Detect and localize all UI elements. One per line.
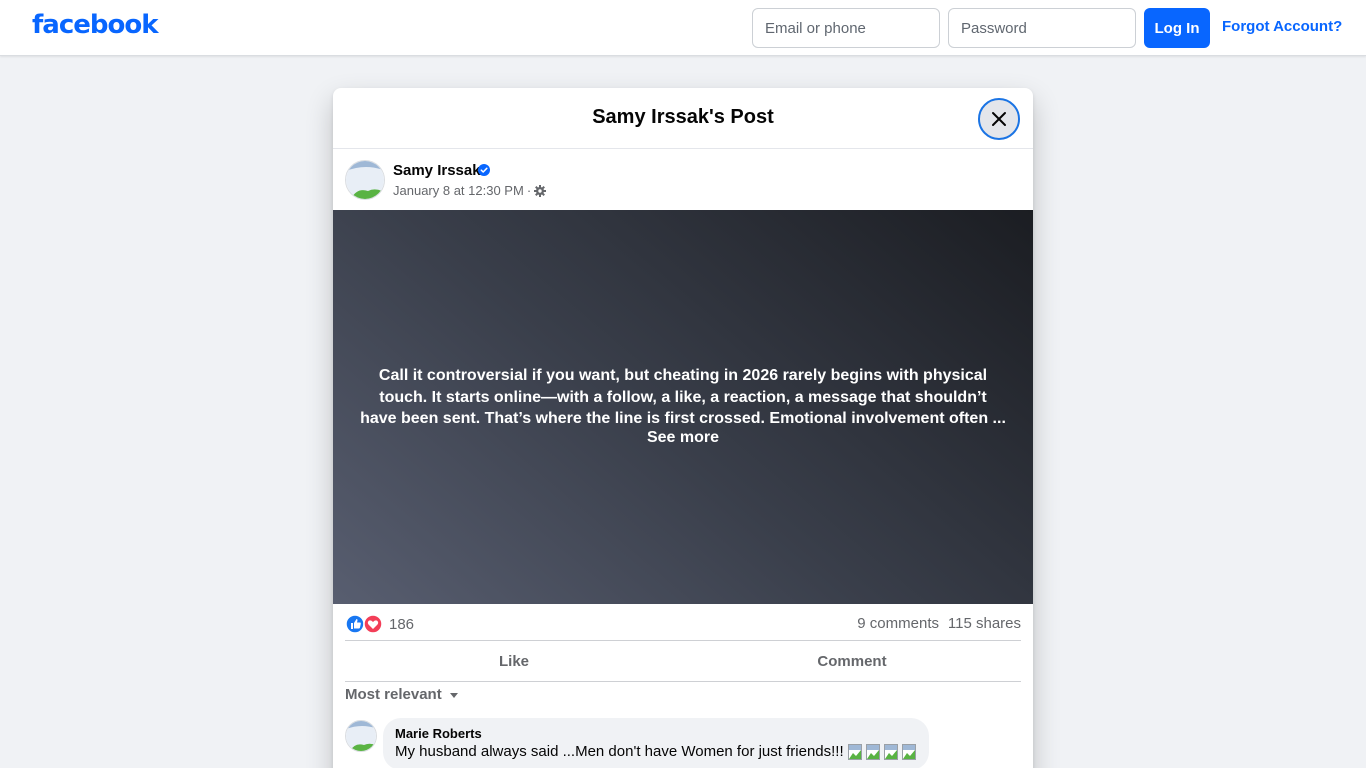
email-input[interactable] [752, 8, 940, 48]
dialog-header: Samy Irssak's Post [333, 88, 1033, 149]
close-button[interactable] [978, 98, 1020, 140]
chevron-down-icon [449, 692, 458, 698]
broken-image-icon [883, 743, 898, 760]
post-timestamp[interactable]: January 8 at 12:30 PM [393, 183, 524, 198]
broken-image-icon [865, 743, 880, 760]
author-name[interactable]: Samy Irssak [393, 162, 481, 179]
commenter-avatar[interactable] [345, 720, 377, 752]
broken-image-icon [901, 743, 916, 760]
broken-image-icon [847, 743, 862, 760]
see-more-link[interactable]: See more [333, 429, 1033, 447]
top-navigation-bar: facebook Log In Forgot Account? [0, 0, 1366, 56]
close-icon [992, 112, 1006, 126]
verified-badge-icon [478, 164, 490, 176]
reaction-icons[interactable] [345, 614, 385, 634]
meta-separator: · [526, 183, 532, 198]
comment-button[interactable]: Comment [683, 641, 1021, 681]
like-reaction-icon [345, 614, 383, 634]
password-input[interactable] [948, 8, 1136, 48]
comment-item: Marie Roberts My husband always said ...… [345, 718, 1021, 768]
post-media-background: Call it controversial if you want, but c… [333, 210, 1033, 604]
comment-author[interactable]: Marie Roberts [395, 726, 917, 741]
comment-text-row: My husband always said ...Men don't have… [395, 743, 917, 760]
forgot-account-link[interactable]: Forgot Account? [1222, 18, 1342, 35]
comment-bubble: Marie Roberts My husband always said ...… [383, 718, 929, 768]
post-dialog: Samy Irssak's Post Samy Irssak January 8… [333, 88, 1033, 768]
comment-sort-dropdown[interactable]: Most relevant [345, 686, 460, 703]
dialog-title: Samy Irssak's Post [592, 106, 774, 128]
post-actions-bar: Like Comment [345, 640, 1021, 682]
sort-label: Most relevant [345, 686, 442, 703]
post-author-block: Samy Irssak January 8 at 12:30 PM · [345, 160, 1025, 202]
reaction-count[interactable]: 186 [389, 616, 414, 633]
gear-icon [534, 184, 547, 197]
post-stats-bar: 186 9 comments 115 shares [345, 612, 1021, 634]
author-avatar[interactable] [345, 160, 385, 200]
like-button[interactable]: Like [345, 641, 683, 681]
comments-count[interactable]: 9 comments [857, 615, 939, 632]
post-text: Call it controversial if you want, but c… [360, 367, 1006, 427]
comment-text: My husband always said ...Men don't have… [395, 743, 844, 760]
facebook-logo[interactable]: facebook [32, 10, 159, 40]
shares-count[interactable]: 115 shares [948, 615, 1021, 632]
post-meta: January 8 at 12:30 PM · [393, 183, 547, 198]
login-button[interactable]: Log In [1144, 8, 1210, 48]
